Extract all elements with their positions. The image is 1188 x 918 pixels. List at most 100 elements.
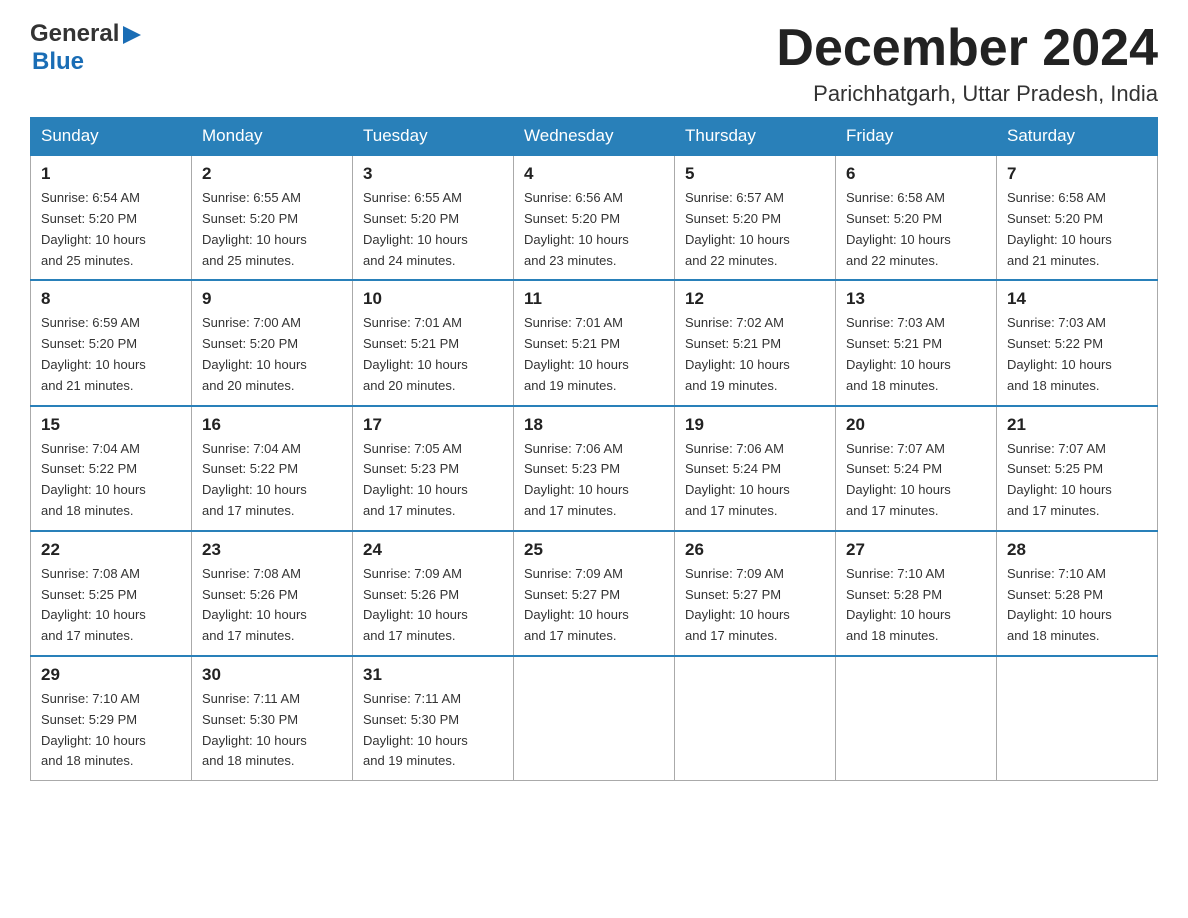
day-number: 25: [524, 540, 664, 560]
table-row: 8 Sunrise: 6:59 AMSunset: 5:20 PMDayligh…: [31, 280, 192, 405]
header-thursday: Thursday: [675, 118, 836, 156]
day-number: 31: [363, 665, 503, 685]
day-info: Sunrise: 7:09 AMSunset: 5:27 PMDaylight:…: [524, 566, 629, 643]
header-monday: Monday: [192, 118, 353, 156]
table-row: 23 Sunrise: 7:08 AMSunset: 5:26 PMDaylig…: [192, 531, 353, 656]
title-area: December 2024 Parichhatgarh, Uttar Prade…: [776, 20, 1158, 107]
table-row: 6 Sunrise: 6:58 AMSunset: 5:20 PMDayligh…: [836, 155, 997, 280]
day-number: 11: [524, 289, 664, 309]
table-row: 25 Sunrise: 7:09 AMSunset: 5:27 PMDaylig…: [514, 531, 675, 656]
day-info: Sunrise: 7:01 AMSunset: 5:21 PMDaylight:…: [363, 315, 468, 392]
calendar-subtitle: Parichhatgarh, Uttar Pradesh, India: [776, 81, 1158, 107]
table-row: 22 Sunrise: 7:08 AMSunset: 5:25 PMDaylig…: [31, 531, 192, 656]
day-number: 6: [846, 164, 986, 184]
day-info: Sunrise: 6:54 AMSunset: 5:20 PMDaylight:…: [41, 190, 146, 267]
day-number: 1: [41, 164, 181, 184]
day-info: Sunrise: 6:57 AMSunset: 5:20 PMDaylight:…: [685, 190, 790, 267]
day-info: Sunrise: 7:07 AMSunset: 5:24 PMDaylight:…: [846, 441, 951, 518]
day-number: 5: [685, 164, 825, 184]
day-info: Sunrise: 7:11 AMSunset: 5:30 PMDaylight:…: [363, 691, 468, 768]
day-number: 9: [202, 289, 342, 309]
day-info: Sunrise: 7:02 AMSunset: 5:21 PMDaylight:…: [685, 315, 790, 392]
day-number: 3: [363, 164, 503, 184]
day-info: Sunrise: 7:04 AMSunset: 5:22 PMDaylight:…: [202, 441, 307, 518]
day-number: 7: [1007, 164, 1147, 184]
day-info: Sunrise: 7:08 AMSunset: 5:26 PMDaylight:…: [202, 566, 307, 643]
day-number: 24: [363, 540, 503, 560]
day-info: Sunrise: 6:59 AMSunset: 5:20 PMDaylight:…: [41, 315, 146, 392]
calendar-title: December 2024: [776, 20, 1158, 77]
day-number: 16: [202, 415, 342, 435]
header-sunday: Sunday: [31, 118, 192, 156]
table-row: [836, 656, 997, 781]
table-row: 1 Sunrise: 6:54 AMSunset: 5:20 PMDayligh…: [31, 155, 192, 280]
logo: General Blue: [30, 20, 143, 76]
table-row: 19 Sunrise: 7:06 AMSunset: 5:24 PMDaylig…: [675, 406, 836, 531]
day-number: 12: [685, 289, 825, 309]
table-row: 17 Sunrise: 7:05 AMSunset: 5:23 PMDaylig…: [353, 406, 514, 531]
day-info: Sunrise: 7:03 AMSunset: 5:21 PMDaylight:…: [846, 315, 951, 392]
table-row: 27 Sunrise: 7:10 AMSunset: 5:28 PMDaylig…: [836, 531, 997, 656]
table-row: 11 Sunrise: 7:01 AMSunset: 5:21 PMDaylig…: [514, 280, 675, 405]
table-row: 14 Sunrise: 7:03 AMSunset: 5:22 PMDaylig…: [997, 280, 1158, 405]
day-info: Sunrise: 6:55 AMSunset: 5:20 PMDaylight:…: [202, 190, 307, 267]
calendar-week-row: 22 Sunrise: 7:08 AMSunset: 5:25 PMDaylig…: [31, 531, 1158, 656]
day-info: Sunrise: 7:10 AMSunset: 5:29 PMDaylight:…: [41, 691, 146, 768]
header-saturday: Saturday: [997, 118, 1158, 156]
day-info: Sunrise: 7:09 AMSunset: 5:26 PMDaylight:…: [363, 566, 468, 643]
day-number: 17: [363, 415, 503, 435]
day-info: Sunrise: 6:56 AMSunset: 5:20 PMDaylight:…: [524, 190, 629, 267]
day-info: Sunrise: 7:00 AMSunset: 5:20 PMDaylight:…: [202, 315, 307, 392]
table-row: 3 Sunrise: 6:55 AMSunset: 5:20 PMDayligh…: [353, 155, 514, 280]
calendar-week-row: 29 Sunrise: 7:10 AMSunset: 5:29 PMDaylig…: [31, 656, 1158, 781]
table-row: 9 Sunrise: 7:00 AMSunset: 5:20 PMDayligh…: [192, 280, 353, 405]
table-row: 2 Sunrise: 6:55 AMSunset: 5:20 PMDayligh…: [192, 155, 353, 280]
day-number: 15: [41, 415, 181, 435]
day-number: 4: [524, 164, 664, 184]
day-info: Sunrise: 7:07 AMSunset: 5:25 PMDaylight:…: [1007, 441, 1112, 518]
table-row: 16 Sunrise: 7:04 AMSunset: 5:22 PMDaylig…: [192, 406, 353, 531]
day-number: 18: [524, 415, 664, 435]
table-row: 4 Sunrise: 6:56 AMSunset: 5:20 PMDayligh…: [514, 155, 675, 280]
calendar-week-row: 1 Sunrise: 6:54 AMSunset: 5:20 PMDayligh…: [31, 155, 1158, 280]
table-row: [675, 656, 836, 781]
day-info: Sunrise: 7:08 AMSunset: 5:25 PMDaylight:…: [41, 566, 146, 643]
day-number: 8: [41, 289, 181, 309]
day-number: 30: [202, 665, 342, 685]
day-info: Sunrise: 6:55 AMSunset: 5:20 PMDaylight:…: [363, 190, 468, 267]
calendar-table: Sunday Monday Tuesday Wednesday Thursday…: [30, 117, 1158, 781]
table-row: [514, 656, 675, 781]
day-number: 23: [202, 540, 342, 560]
table-row: 15 Sunrise: 7:04 AMSunset: 5:22 PMDaylig…: [31, 406, 192, 531]
day-number: 14: [1007, 289, 1147, 309]
day-number: 10: [363, 289, 503, 309]
table-row: 7 Sunrise: 6:58 AMSunset: 5:20 PMDayligh…: [997, 155, 1158, 280]
calendar-week-row: 15 Sunrise: 7:04 AMSunset: 5:22 PMDaylig…: [31, 406, 1158, 531]
calendar-header-row: Sunday Monday Tuesday Wednesday Thursday…: [31, 118, 1158, 156]
day-number: 29: [41, 665, 181, 685]
table-row: 26 Sunrise: 7:09 AMSunset: 5:27 PMDaylig…: [675, 531, 836, 656]
table-row: 10 Sunrise: 7:01 AMSunset: 5:21 PMDaylig…: [353, 280, 514, 405]
table-row: 31 Sunrise: 7:11 AMSunset: 5:30 PMDaylig…: [353, 656, 514, 781]
day-info: Sunrise: 7:10 AMSunset: 5:28 PMDaylight:…: [1007, 566, 1112, 643]
day-number: 22: [41, 540, 181, 560]
day-info: Sunrise: 6:58 AMSunset: 5:20 PMDaylight:…: [1007, 190, 1112, 267]
table-row: 30 Sunrise: 7:11 AMSunset: 5:30 PMDaylig…: [192, 656, 353, 781]
day-number: 28: [1007, 540, 1147, 560]
day-info: Sunrise: 7:06 AMSunset: 5:23 PMDaylight:…: [524, 441, 629, 518]
header-tuesday: Tuesday: [353, 118, 514, 156]
day-info: Sunrise: 7:03 AMSunset: 5:22 PMDaylight:…: [1007, 315, 1112, 392]
table-row: [997, 656, 1158, 781]
logo-flag-icon: [121, 24, 143, 46]
calendar-week-row: 8 Sunrise: 6:59 AMSunset: 5:20 PMDayligh…: [31, 280, 1158, 405]
table-row: 5 Sunrise: 6:57 AMSunset: 5:20 PMDayligh…: [675, 155, 836, 280]
table-row: 28 Sunrise: 7:10 AMSunset: 5:28 PMDaylig…: [997, 531, 1158, 656]
day-number: 13: [846, 289, 986, 309]
day-number: 27: [846, 540, 986, 560]
day-info: Sunrise: 7:09 AMSunset: 5:27 PMDaylight:…: [685, 566, 790, 643]
header-wednesday: Wednesday: [514, 118, 675, 156]
day-info: Sunrise: 7:01 AMSunset: 5:21 PMDaylight:…: [524, 315, 629, 392]
day-info: Sunrise: 7:05 AMSunset: 5:23 PMDaylight:…: [363, 441, 468, 518]
day-info: Sunrise: 6:58 AMSunset: 5:20 PMDaylight:…: [846, 190, 951, 267]
day-number: 20: [846, 415, 986, 435]
